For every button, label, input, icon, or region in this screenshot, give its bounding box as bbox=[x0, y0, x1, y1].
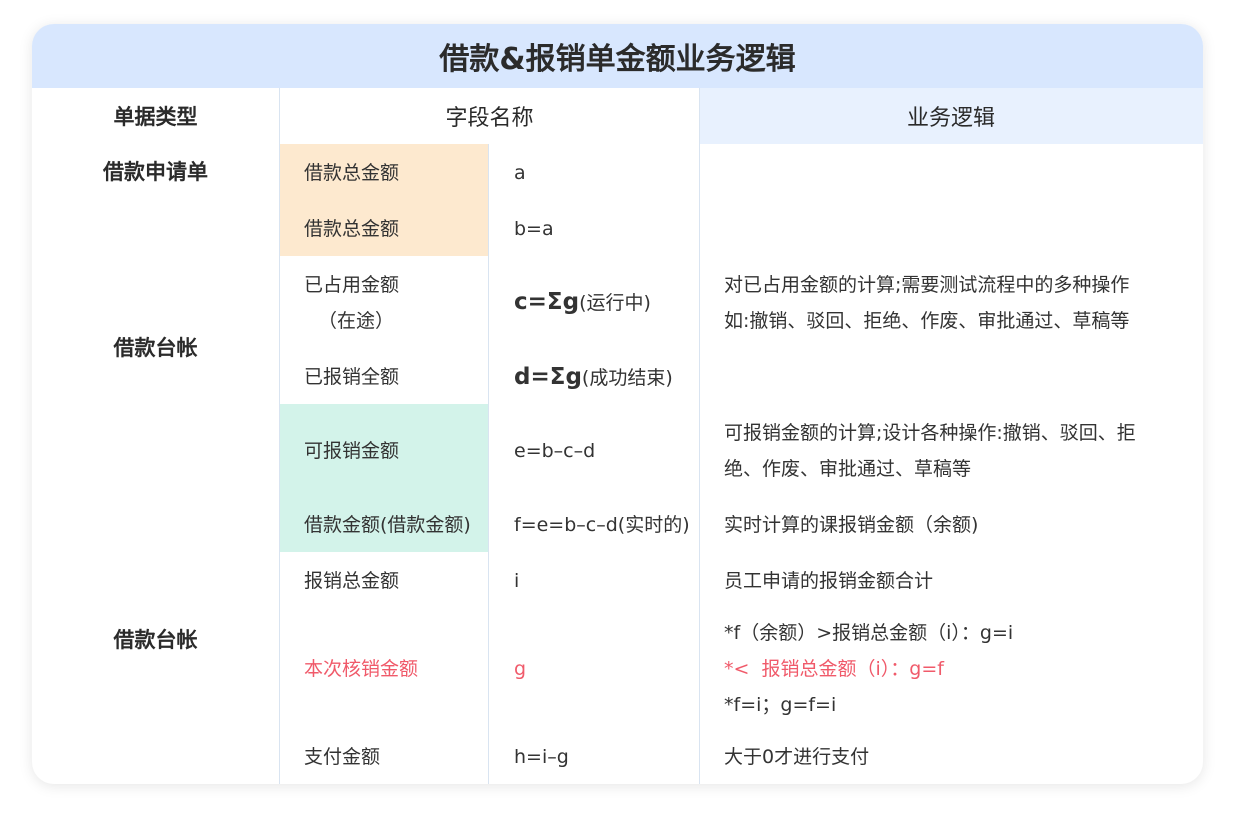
field-name: 报销总金额 bbox=[304, 570, 400, 592]
logic-text: 大于0才进行支付 bbox=[724, 746, 870, 768]
field-value: d=Σg(成功结束) bbox=[514, 362, 673, 393]
logic-text-highlight: *< 报销总金额（i）：g=f bbox=[724, 658, 944, 680]
field-value: e=b–c–d bbox=[514, 440, 596, 462]
logic-text: 如:撤销、驳回、拒绝、作废、审批通过、草稿等 bbox=[724, 310, 1130, 332]
logic-text: 实时计算的课报销金额（余额) bbox=[724, 514, 979, 536]
logic-text: 员工申请的报销金额合计 bbox=[724, 570, 934, 592]
formula-note: (运行中) bbox=[579, 292, 651, 314]
type-loan-ledger: 借款台帐 bbox=[113, 336, 198, 360]
type-loan-application: 借款申请单 bbox=[103, 160, 208, 184]
logic-text: 对已占用金额的计算;需要测试流程中的多种操作 bbox=[724, 274, 1130, 296]
field-value: h=i–g bbox=[514, 746, 569, 768]
header-type: 单据类型 bbox=[113, 105, 198, 129]
field-value-highlight: g bbox=[514, 658, 527, 680]
logic-text: 可报销金额的计算;设计各种操作:撤销、驳回、拒 bbox=[724, 422, 1136, 444]
header-field: 字段名称 bbox=[445, 106, 534, 131]
field-name: 借款总金额 bbox=[304, 162, 400, 184]
field-value: i bbox=[514, 570, 520, 592]
logic-text: *f=i；g=f=i bbox=[724, 694, 837, 716]
field-value: b=a bbox=[514, 218, 554, 240]
logic-text: 绝、作废、审批通过、草稿等 bbox=[724, 458, 972, 480]
header-logic: 业务逻辑 bbox=[906, 106, 995, 131]
field-name: 可报销金额 bbox=[304, 440, 400, 462]
formula: d=Σg bbox=[514, 364, 582, 390]
formula-note: (成功结束) bbox=[581, 367, 673, 389]
divider bbox=[488, 144, 489, 784]
table-title: 借款&报销单金额业务逻辑 bbox=[32, 24, 1203, 88]
field-name: 已报销全额 bbox=[304, 366, 400, 388]
logic-text: *f（余额）>报销总金额（i）：g=i bbox=[724, 622, 1014, 644]
divider bbox=[699, 88, 700, 784]
field-name-highlight: 本次核销金额 bbox=[304, 658, 419, 680]
formula: c=Σg bbox=[514, 289, 580, 315]
field-value: f=e=b–c–d(实时的) bbox=[514, 514, 690, 536]
field-value: c=Σg(运行中) bbox=[514, 287, 651, 318]
divider bbox=[279, 88, 280, 784]
field-name: 借款总金额 bbox=[304, 218, 400, 240]
field-name: 已占用金额 bbox=[304, 274, 400, 296]
field-value: a bbox=[514, 162, 526, 184]
field-name: 借款金额(借款金额) bbox=[304, 514, 471, 536]
logic-table-card: 借款&报销单金额业务逻辑 单据类型 字段名称 业务逻辑 借款申请单 借款台帐 借… bbox=[32, 24, 1203, 784]
field-name-suffix: （在途） bbox=[318, 310, 395, 332]
field-name: 支付金额 bbox=[304, 746, 381, 768]
type-loan-ledger: 借款台帐 bbox=[113, 628, 198, 652]
